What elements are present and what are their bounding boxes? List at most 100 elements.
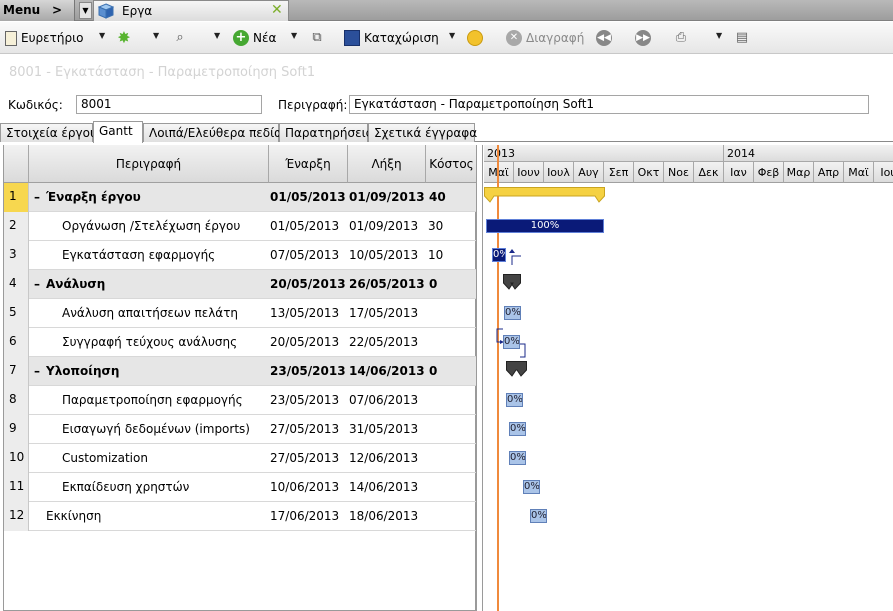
task-start-cell[interactable]: 01/05/2013 xyxy=(270,212,349,241)
code-field[interactable]: 8001 xyxy=(76,95,262,114)
print-button[interactable]: ⎙ xyxy=(673,28,693,48)
task-bar[interactable]: 0% xyxy=(530,509,547,523)
task-bar[interactable]: 100% xyxy=(486,219,604,233)
collapse-icon[interactable]: – xyxy=(34,357,46,386)
task-description-cell[interactable]: Ανάλυση xyxy=(46,270,269,299)
task-description-cell[interactable]: Ανάλυση απαιτήσεων πελάτη xyxy=(62,299,269,328)
row-number[interactable]: 6 xyxy=(4,328,29,357)
task-bar[interactable]: 0% xyxy=(503,335,520,349)
save-button[interactable]: Καταχώριση xyxy=(344,28,439,48)
task-start-cell[interactable]: 20/05/2013 xyxy=(270,328,349,357)
column-header-start[interactable]: Έναρξη xyxy=(269,145,348,183)
task-cost-cell[interactable] xyxy=(428,415,476,444)
task-cost-cell[interactable] xyxy=(428,444,476,473)
task-start-cell[interactable]: 07/05/2013 xyxy=(270,241,349,270)
row-number[interactable]: 12 xyxy=(4,502,29,531)
row-number[interactable]: 4 xyxy=(4,270,29,299)
task-cost-cell[interactable]: 40 xyxy=(429,183,477,212)
row-number[interactable]: 5 xyxy=(4,299,29,328)
table-row[interactable]: 11 Εκπαίδευση χρηστών 10/06/2013 14/06/2013 xyxy=(4,473,477,502)
find-dropdown-icon[interactable]: ▼ xyxy=(214,31,220,40)
column-header-description[interactable]: Περιγραφή xyxy=(29,145,269,183)
task-end-cell[interactable]: 14/06/2013 xyxy=(349,473,427,502)
summary-bar[interactable] xyxy=(484,187,605,203)
task-cost-cell[interactable] xyxy=(428,473,476,502)
task-cost-cell[interactable] xyxy=(428,299,476,328)
task-bar[interactable]: 0% xyxy=(509,422,526,436)
print-dropdown-icon[interactable]: ▼ xyxy=(716,31,722,40)
tab-gantt[interactable]: Gantt xyxy=(93,121,143,143)
task-start-cell[interactable]: 27/05/2013 xyxy=(270,415,349,444)
table-row[interactable]: 6 Συγγραφή τεύχους ανάλυσης 20/05/2013 22/0… xyxy=(4,328,477,357)
new-dropdown-icon[interactable]: ▼ xyxy=(291,31,297,40)
document-tab[interactable]: Εργα ✕ xyxy=(93,0,289,21)
index-dropdown-icon[interactable]: ▼ xyxy=(99,31,105,40)
task-cost-cell[interactable]: 0 xyxy=(429,270,477,299)
reports-button[interactable]: ▤ xyxy=(734,28,754,48)
collapse-icon[interactable]: – xyxy=(34,270,46,299)
task-start-cell[interactable]: 20/05/2013 xyxy=(270,270,349,299)
menu-button[interactable]: Menu > xyxy=(0,0,75,21)
task-end-cell[interactable]: 26/05/2013 xyxy=(349,270,427,299)
collapse-icon[interactable]: – xyxy=(34,183,46,212)
find-button[interactable]: ⌕ xyxy=(172,28,192,48)
task-bar[interactable]: 0% xyxy=(523,480,540,494)
task-description-cell[interactable]: Έναρξη έργου xyxy=(46,183,269,212)
task-cost-cell[interactable] xyxy=(428,502,476,531)
task-description-cell[interactable]: Εγκατάσταση εφαρμογής xyxy=(62,241,269,270)
task-end-cell[interactable]: 31/05/2013 xyxy=(349,415,427,444)
favorites-button[interactable]: ✸ xyxy=(116,28,136,48)
tab-other-fields[interactable]: Λοιπά/Ελεύθερα πεδία xyxy=(143,123,282,142)
task-end-cell[interactable]: 18/06/2013 xyxy=(349,502,427,531)
table-row[interactable]: 2 Οργάνωση /Στελέχωση έργου 01/05/2013 01/0… xyxy=(4,212,477,241)
task-description-cell[interactable]: Παραμετροποίηση εφαρμογής xyxy=(62,386,269,415)
task-start-cell[interactable]: 23/05/2013 xyxy=(270,386,349,415)
index-button[interactable]: Ευρετήριο xyxy=(5,28,83,48)
grid-chart-splitter[interactable] xyxy=(476,145,483,611)
next-record-button[interactable]: ▶▶ xyxy=(635,28,655,48)
task-end-cell[interactable]: 10/05/2013 xyxy=(349,241,427,270)
new-button[interactable]: + Νέα xyxy=(233,28,276,48)
copy-button[interactable]: ⧉ xyxy=(309,28,329,48)
task-end-cell[interactable]: 07/06/2013 xyxy=(349,386,427,415)
task-description-cell[interactable]: Εισαγωγή δεδομένων (imports) xyxy=(62,415,269,444)
favorites-dropdown-icon[interactable]: ▼ xyxy=(153,31,159,40)
task-description-cell[interactable]: Υλοποίηση xyxy=(46,357,269,386)
table-row[interactable]: 4– Ανάλυση 20/05/2013 26/05/2013 0 xyxy=(4,270,477,299)
task-description-cell[interactable]: Οργάνωση /Στελέχωση έργου xyxy=(62,212,269,241)
table-row[interactable]: 8 Παραμετροποίηση εφαρμογής 23/05/2013 07/0… xyxy=(4,386,477,415)
print-preview-button[interactable] xyxy=(467,28,487,48)
row-number[interactable]: 7 xyxy=(4,357,29,386)
task-end-cell[interactable]: 01/09/2013 xyxy=(349,212,427,241)
tab-related-documents[interactable]: Σχετικά έγγραφα xyxy=(368,123,477,142)
task-end-cell[interactable]: 12/06/2013 xyxy=(349,444,427,473)
task-description-cell[interactable]: Εκπαίδευση χρηστών xyxy=(62,473,269,502)
close-tab-icon[interactable]: ✕ xyxy=(271,2,283,18)
delete-button[interactable]: ✕ Διαγραφή xyxy=(506,28,584,48)
row-number[interactable]: 3 xyxy=(4,241,29,270)
row-number[interactable]: 2 xyxy=(4,212,29,241)
task-start-cell[interactable]: 27/05/2013 xyxy=(270,444,349,473)
task-end-cell[interactable]: 22/05/2013 xyxy=(349,328,427,357)
save-dropdown-icon[interactable]: ▼ xyxy=(449,31,455,40)
task-start-cell[interactable]: 01/05/2013 xyxy=(270,183,349,212)
task-end-cell[interactable]: 14/06/2013 xyxy=(349,357,427,386)
task-cost-cell[interactable]: 30 xyxy=(428,212,476,241)
tab-project-details[interactable]: Στοιχεία έργου xyxy=(0,123,97,142)
table-row[interactable]: 3 Εγκατάσταση εφαρμογής 07/05/2013 10/05/20… xyxy=(4,241,477,270)
task-description-cell[interactable]: Εκκίνηση xyxy=(46,502,269,531)
task-cost-cell[interactable]: 10 xyxy=(428,241,476,270)
summary-bar[interactable] xyxy=(503,274,521,290)
table-row[interactable]: 9 Εισαγωγή δεδομένων (imports) 27/05/2013 3… xyxy=(4,415,477,444)
task-cost-cell[interactable] xyxy=(428,386,476,415)
row-number[interactable]: 9 xyxy=(4,415,29,444)
row-number[interactable]: 11 xyxy=(4,473,29,502)
task-description-cell[interactable]: Συγγραφή τεύχους ανάλυσης xyxy=(62,328,269,357)
table-row[interactable]: 5 Ανάλυση απαιτήσεων πελάτη 13/05/2013 17/0… xyxy=(4,299,477,328)
table-row[interactable]: 12 Εκκίνηση 17/06/2013 18/06/2013 xyxy=(4,502,477,531)
task-bar[interactable]: 0% xyxy=(492,248,506,262)
task-start-cell[interactable]: 17/06/2013 xyxy=(270,502,349,531)
task-bar[interactable]: 0% xyxy=(504,306,521,320)
task-end-cell[interactable]: 17/05/2013 xyxy=(349,299,427,328)
previous-record-button[interactable]: ◀◀ xyxy=(596,28,616,48)
